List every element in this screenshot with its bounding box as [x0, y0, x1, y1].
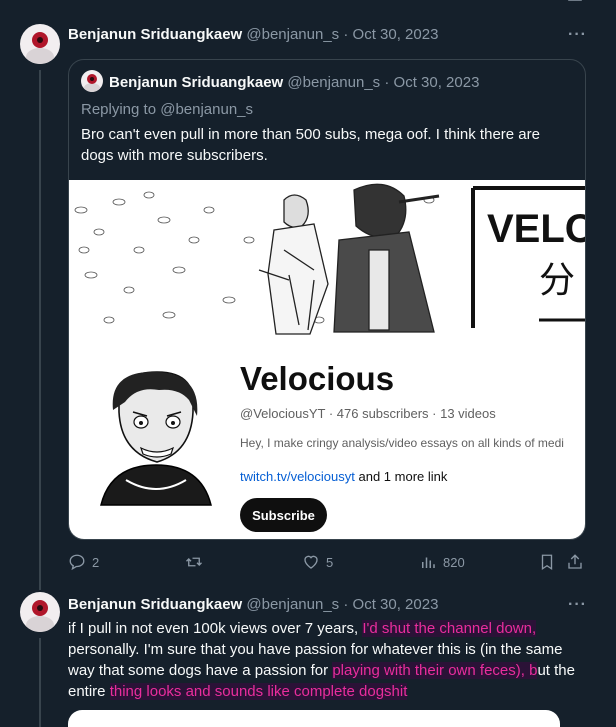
- reply-count: 2: [92, 554, 100, 570]
- views-button[interactable]: 820: [419, 553, 465, 571]
- author-name[interactable]: Benjanun Sriduangkaew: [68, 596, 242, 613]
- author-name: Benjanun Sriduangkaew: [109, 74, 284, 91]
- highlighted-text: thing looks and sounds like complete dog…: [109, 683, 408, 700]
- separator: ·: [384, 74, 390, 91]
- action-bar: 2 5 820: [68, 553, 588, 573]
- tweet-header: Benjanun Sriduangkaew @benjanun_s · Oct …: [68, 26, 438, 43]
- author-handle: @benjanun_s: [287, 74, 381, 91]
- tweet-header: Benjanun Sriduangkaew @benjanun_s · Oct …: [68, 596, 438, 613]
- quote-text: Bro can't even pull in more than 500 sub…: [81, 126, 540, 164]
- like-count: 5: [326, 554, 334, 570]
- bookmark-icon: [541, 554, 553, 571]
- thread-line: [39, 70, 41, 590]
- view-count: 820: [443, 554, 465, 570]
- thread-line: [39, 638, 41, 727]
- separator: ·: [343, 26, 349, 43]
- highlighted-text: playing with their own feces), b: [332, 662, 538, 679]
- channel-banner: VELOC 分: [69, 180, 586, 335]
- channel-name: Velocious: [240, 360, 395, 397]
- retweet-button[interactable]: [185, 553, 209, 571]
- banner-text: VELOC: [487, 207, 586, 251]
- author-handle[interactable]: @benjanun_s: [246, 26, 339, 43]
- share-icon[interactable]: [566, 0, 584, 6]
- channel-links: twitch.tv/velociousyt and 1 more link: [240, 469, 447, 484]
- highlighted-text: I'd shut the channel down,: [362, 620, 537, 637]
- channel-link-suffix: and 1 more link: [354, 469, 448, 484]
- banner-art: VELOC 分: [74, 183, 586, 335]
- heart-icon: [304, 555, 318, 569]
- quoted-tweet[interactable]: Benjanun Sriduangkaew @benjanun_s · Oct …: [68, 59, 586, 540]
- more-icon[interactable]: ···: [568, 596, 587, 614]
- share-icon: [568, 554, 582, 569]
- bookmark-button[interactable]: [538, 553, 556, 571]
- tweet-date: Oct 30, 2023: [393, 74, 480, 91]
- channel-description: Hey, I make cringy analysis/video essays…: [240, 436, 564, 450]
- banner-glyph: 分: [539, 260, 575, 301]
- share-button[interactable]: [566, 553, 584, 571]
- tweet-date[interactable]: Oct 30, 2023: [353, 596, 439, 613]
- channel-avatar: [100, 371, 212, 506]
- avatar[interactable]: [20, 24, 60, 64]
- reply-icon: [69, 554, 85, 571]
- retweet-icon: [186, 557, 202, 567]
- replying-to: Replying to @benjanun_s: [81, 101, 254, 118]
- separator: ·: [343, 596, 349, 613]
- views-icon: [422, 557, 435, 568]
- subscribe-button: Subscribe: [240, 498, 327, 532]
- tweet-date[interactable]: Oct 30, 2023: [353, 26, 439, 43]
- text-part: if I pull in not even 100k views over 7 …: [68, 620, 363, 637]
- next-quote-card[interactable]: [68, 710, 560, 727]
- youtube-channel-image[interactable]: VELOC 分 Velocious @VelociousYT · 476 sub…: [69, 180, 586, 539]
- like-button[interactable]: 5: [302, 553, 333, 571]
- avatar: [81, 70, 103, 92]
- author-handle[interactable]: @benjanun_s: [246, 596, 339, 613]
- author-name[interactable]: Benjanun Sriduangkaew: [68, 26, 242, 43]
- quote-header: Benjanun Sriduangkaew @benjanun_s · Oct …: [109, 74, 479, 91]
- more-icon[interactable]: ···: [568, 26, 587, 44]
- avatar[interactable]: [20, 592, 60, 632]
- channel-link: twitch.tv/velociousyt: [240, 469, 355, 484]
- channel-meta: @VelociousYT · 476 subscribers · 13 vide…: [240, 406, 496, 421]
- reply-button[interactable]: 2: [68, 553, 99, 571]
- tweet-text: if I pull in not even 100k views over 7 …: [68, 618, 588, 702]
